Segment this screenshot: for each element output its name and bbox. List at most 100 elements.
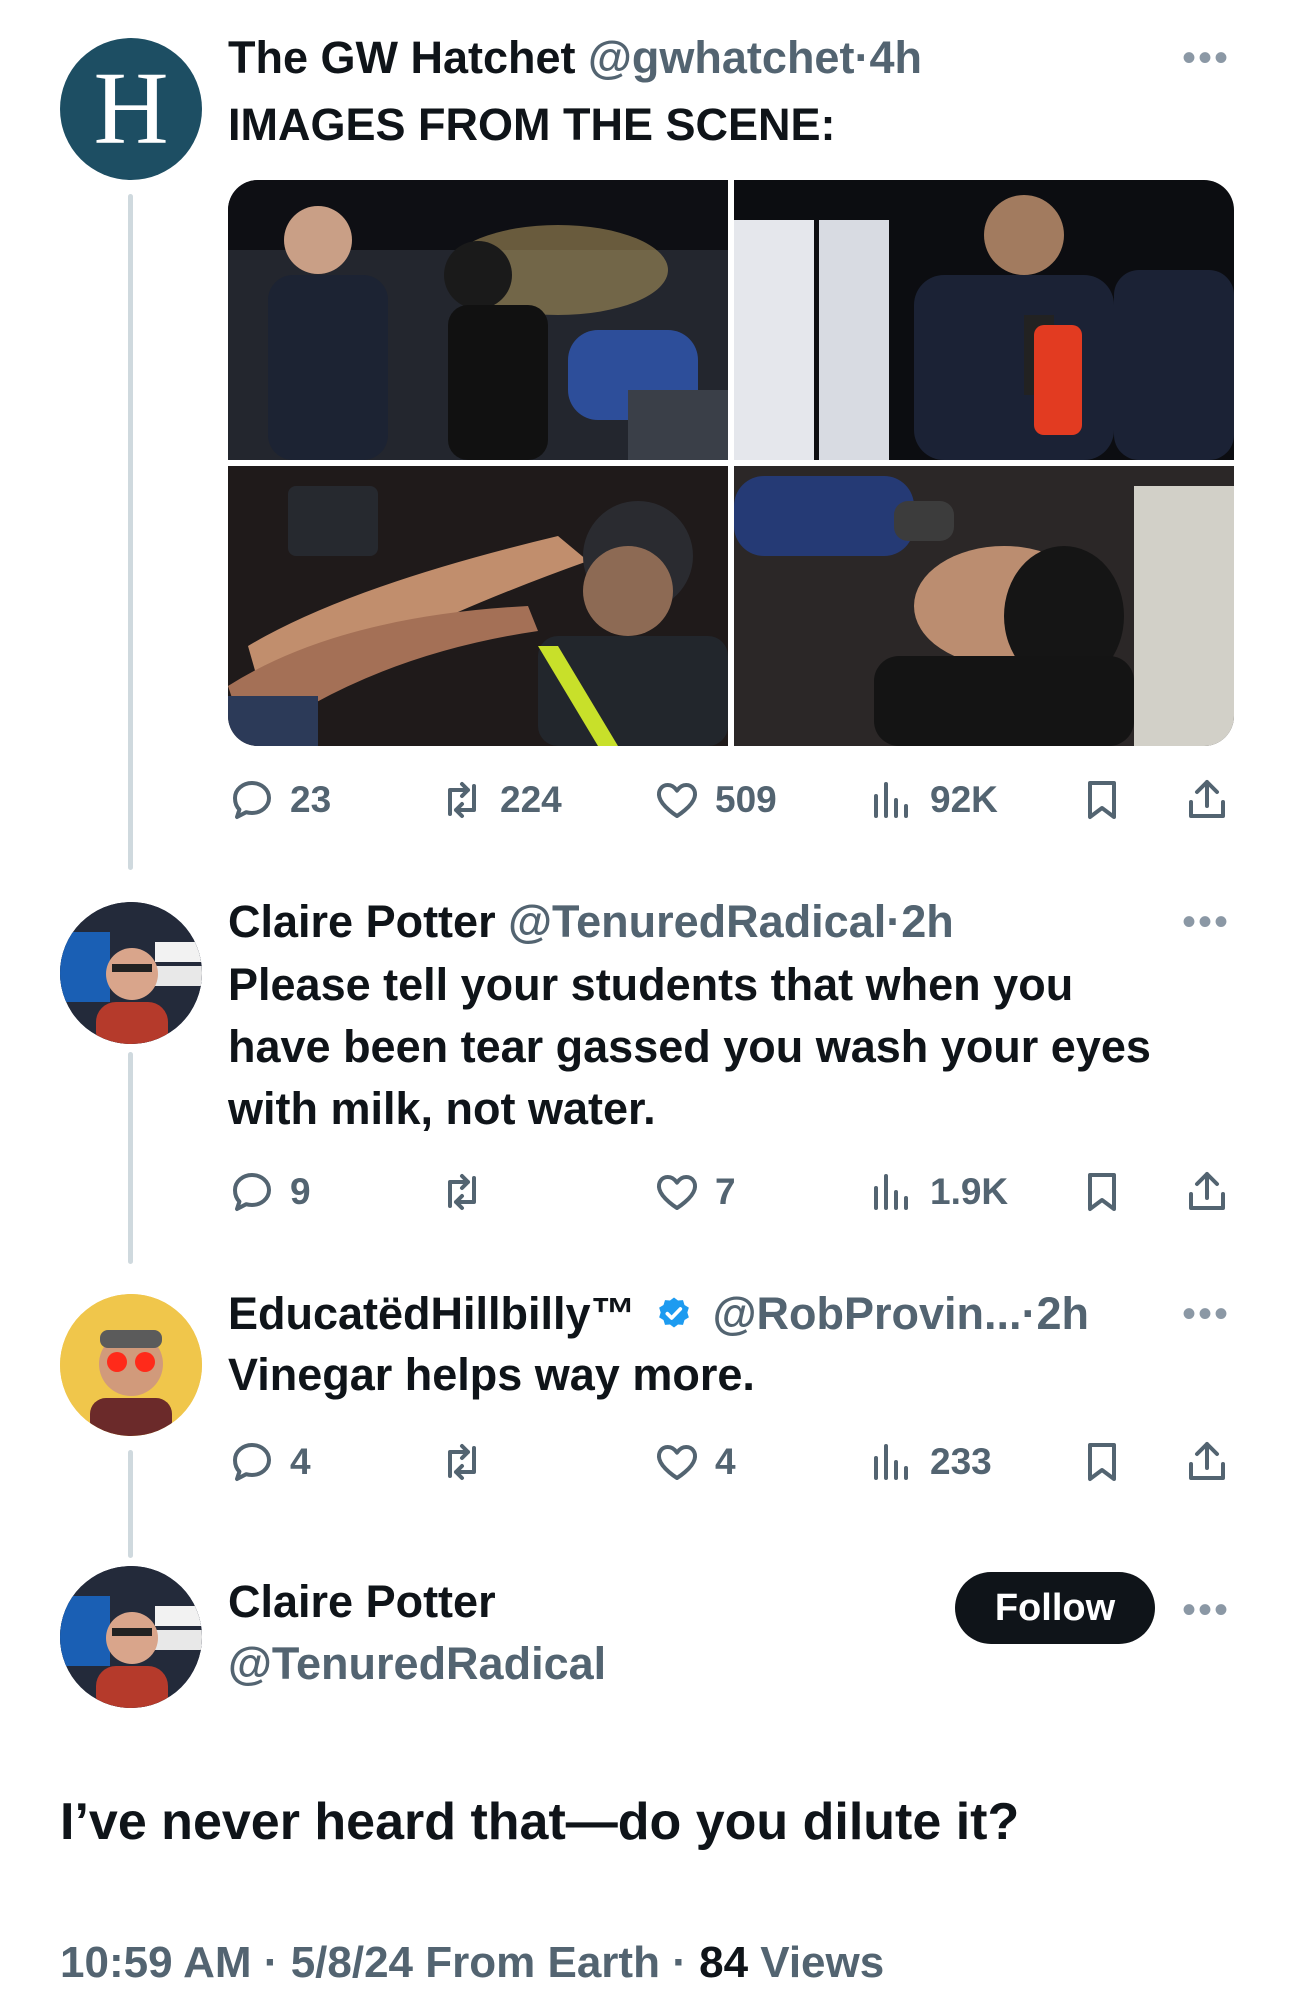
tweet-actions: 4 4 233 [228,1432,1238,1492]
views-icon [874,1174,908,1210]
tweet-header: The GW Hatchet @gwhatchet·4h [228,30,922,86]
main-author-name[interactable]: Claire Potter [228,1574,496,1630]
post-time[interactable]: 10:59 AM [60,1938,252,1987]
like-count: 4 [715,1441,736,1482]
bookmark-button[interactable] [1078,770,1126,830]
tweet-claire-potter[interactable]: Claire Potter @TenuredRadical·2h ••• Ple… [0,870,1290,1264]
avatar-letter: H [93,51,169,166]
share-button[interactable] [1183,1432,1231,1492]
views-button[interactable]: 1.9K [868,1162,1008,1222]
retweet-icon [448,1174,476,1210]
heart-icon [657,783,697,818]
reply-count: 9 [290,1171,311,1212]
views-button[interactable]: 92K [868,770,998,830]
tweet-text-line: Please tell your students that when you [228,959,1074,1010]
tweet-actions: 9 7 1.9K [228,1162,1238,1222]
like-button[interactable]: 7 [653,1162,736,1222]
thread-line [128,194,133,870]
tweet-header: EducatëdHillbilly™ @RobProvin...·2h [228,1286,1089,1342]
media-grid[interactable] [228,180,1234,746]
heart-icon [657,1175,697,1210]
user-handle[interactable]: @gwhatchet [588,32,854,83]
share-button[interactable] [1183,1162,1231,1222]
photo-2[interactable] [734,180,1234,460]
avatar-gwhatchet[interactable]: H [60,38,202,180]
tweet-gwhatchet[interactable]: H The GW Hatchet @gwhatchet·4h ••• IMAGE… [0,0,1290,870]
tweet-actions: 23 224 509 92K [228,770,1238,830]
photo-3[interactable] [228,466,728,746]
like-count: 7 [715,1171,736,1212]
photo-4[interactable] [734,466,1234,746]
follow-button[interactable]: Follow [955,1572,1155,1644]
main-post-text: I’ve never heard that—do you dilute it? [60,1793,1020,1851]
reply-button[interactable]: 4 [228,1432,311,1492]
retweet-icon [448,1444,476,1480]
avatar-claire-potter[interactable] [60,902,202,1044]
timestamp[interactable]: 2h [1037,1288,1090,1339]
post-metadata: 10:59 AM · 5/8/24 From Earth · 84 Views [60,1935,884,1991]
views-button[interactable]: 233 [868,1432,992,1492]
display-name[interactable]: Claire Potter [228,896,496,947]
reply-count: 23 [290,779,332,820]
post-views-label[interactable]: Views [760,1938,884,1987]
tweet-text: IMAGES FROM THE SCENE: [228,99,836,150]
share-button[interactable] [1183,770,1231,830]
post-date[interactable]: 5/8/24 [291,1938,413,1987]
separator: · [672,1938,687,1987]
main-author-handle[interactable]: @TenuredRadical [228,1636,606,1692]
more-options-icon[interactable]: ••• [1182,902,1230,942]
reply-button[interactable]: 9 [228,1162,311,1222]
timestamp[interactable]: 2h [901,896,954,947]
separator: · [1021,1288,1037,1339]
reply-button[interactable]: 23 [228,770,331,830]
user-handle[interactable]: @TenuredRadical [508,896,886,947]
retweet-button[interactable] [438,1162,500,1222]
timestamp[interactable]: 4h [869,32,922,83]
like-count: 509 [715,779,777,820]
views-icon [874,1444,908,1480]
verified-badge-icon [659,1297,689,1328]
reply-icon [233,781,271,819]
retweet-button[interactable] [438,1432,500,1492]
tweet-header: Claire Potter @TenuredRadical·2h [228,894,954,950]
user-handle[interactable]: @RobProvin... [713,1288,1022,1339]
bookmark-button[interactable] [1078,1162,1126,1222]
reply-icon [233,1173,271,1211]
avatar-educated-hillbilly[interactable] [60,1294,202,1436]
views-count: 233 [930,1441,992,1482]
like-button[interactable]: 4 [653,1432,736,1492]
separator: · [886,896,902,947]
photo-1[interactable] [228,180,728,460]
display-name[interactable]: The GW Hatchet [228,32,576,83]
views-icon [874,782,908,818]
post-views-count[interactable]: 84 [699,1938,748,1987]
bookmark-icon [1088,1443,1116,1481]
bookmark-button[interactable] [1078,1432,1126,1492]
retweet-icon [448,782,476,818]
share-icon [1189,1442,1225,1480]
like-button[interactable]: 509 [653,770,777,830]
display-name[interactable]: EducatëdHillbilly™ [228,1288,636,1339]
reply-icon [233,1443,271,1481]
heart-icon [657,1445,697,1480]
tweet-educated-hillbilly[interactable]: EducatëdHillbilly™ @RobProvin...·2h ••• … [0,1264,1290,1558]
tweet-text-line: have been tear gassed you wash your eyes [228,1021,1151,1072]
tweet-text: Please tell your students that when you … [228,954,1228,1140]
avatar-main-author[interactable] [60,1566,202,1708]
retweet-button[interactable]: 224 [438,770,562,830]
thread-line [128,1052,133,1264]
share-icon [1189,780,1225,818]
tweet-text-line: with milk, not water. [228,1083,656,1134]
share-icon [1189,1172,1225,1210]
post-source: From Earth [425,1938,660,1987]
retweet-count: 224 [500,779,562,820]
separator: · [263,1938,279,1987]
tweet-text: Vinegar helps way more. [228,1349,755,1400]
bookmark-icon [1088,1173,1116,1211]
more-options-icon[interactable]: ••• [1182,1294,1230,1334]
views-count: 1.9K [930,1171,1009,1212]
more-options-icon[interactable]: ••• [1182,38,1230,78]
views-count: 92K [930,779,998,820]
more-options-icon[interactable]: ••• [1182,1590,1230,1630]
separator: · [854,32,870,83]
